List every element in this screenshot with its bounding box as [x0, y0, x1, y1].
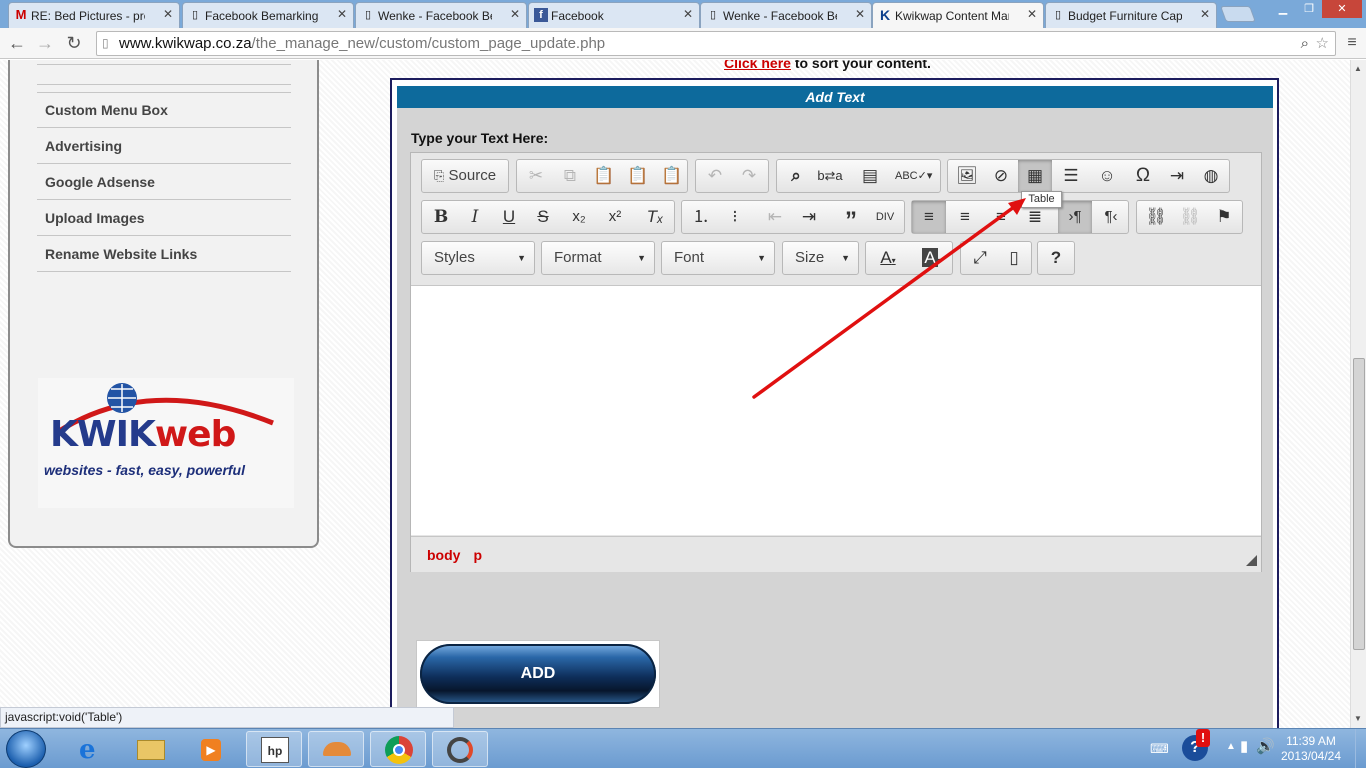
annotation-arrow-icon	[752, 198, 1026, 399]
